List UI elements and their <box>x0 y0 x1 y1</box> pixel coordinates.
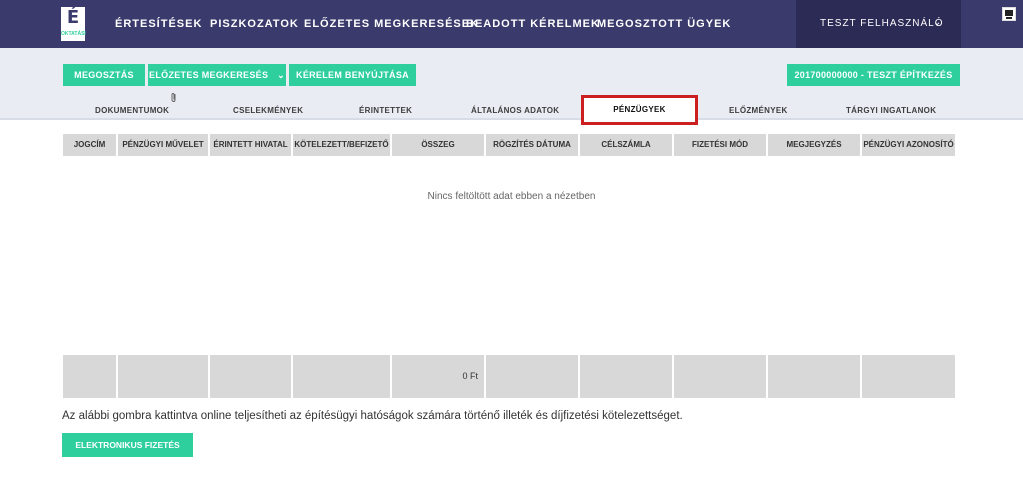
footer-cell <box>862 355 955 398</box>
footer-cell <box>63 355 116 398</box>
logo-letter: É <box>66 7 80 28</box>
tab-general-data[interactable]: ÁLTALÁNOS ADATOK <box>471 106 559 115</box>
column-header[interactable]: PÉNZÜGYI MŰVELET <box>118 134 208 156</box>
column-header[interactable]: ÖSSZEG <box>392 134 484 156</box>
electronic-payment-button[interactable]: ELEKTRONIKUS FIZETÉS <box>62 433 193 457</box>
tab-actions[interactable]: CSELEKMÉNYEK <box>233 106 303 115</box>
column-header[interactable]: MEGJEGYZÉS <box>768 134 860 156</box>
nav-submitted-applications[interactable]: BEADOTT KÉRELMEK <box>466 18 600 30</box>
finance-table-footer: 0 Ft <box>63 355 955 398</box>
footer-cell <box>293 355 390 398</box>
app-logo[interactable]: É OKTATÁSI <box>61 7 86 41</box>
column-header[interactable]: RÖGZÍTÉS DÁTUMA <box>486 134 578 156</box>
case-selector-button[interactable]: 201700000000 - TESZT ÉPÍTKEZÉS <box>787 64 960 86</box>
tab-affected[interactable]: ÉRINTETTEK <box>359 106 412 115</box>
footer-cell <box>580 355 672 398</box>
prior-request-label: ELŐZETES MEGKERESÉS <box>149 70 269 80</box>
payment-note: Az alábbi gombra kattintva online teljes… <box>62 410 683 422</box>
column-header[interactable]: JOGCÍM <box>63 134 116 156</box>
nav-notifications[interactable]: ÉRTESÍTÉSEK <box>115 18 202 30</box>
nav-drafts[interactable]: PISZKOZATOK <box>210 18 299 30</box>
column-header[interactable]: KÖTELEZETT/BEFIZETŐ <box>293 134 390 156</box>
finance-table-header: JOGCÍM PÉNZÜGYI MŰVELET ÉRINTETT HIVATAL… <box>63 134 955 156</box>
paperclip-icon <box>171 93 176 102</box>
logo-subtitle: OKTATÁSI <box>61 31 86 37</box>
monitor-icon[interactable] <box>1002 7 1016 21</box>
prior-request-dropdown[interactable]: ELŐZETES MEGKERESÉS ⌄ <box>148 64 286 86</box>
footer-cell <box>118 355 208 398</box>
column-header[interactable]: FIZETÉSI MÓD <box>674 134 766 156</box>
user-menu[interactable]: TESZT FELHASZNÁLÓ ⌄ <box>796 0 961 48</box>
footer-cell <box>486 355 578 398</box>
top-navigation: É OKTATÁSI ÉRTESÍTÉSEK PISZKOZATOK ELŐZE… <box>0 0 1023 48</box>
column-header[interactable]: PÉNZÜGYI AZONOSÍTÓ <box>862 134 955 156</box>
nav-prior-requests[interactable]: ELŐZETES MEGKERESÉSEK <box>304 18 479 30</box>
total-amount: 0 Ft <box>392 355 484 398</box>
chevron-down-icon: ⌄ <box>277 70 285 80</box>
tab-finances[interactable]: PÉNZÜGYEK <box>581 95 698 125</box>
submit-application-button[interactable]: KÉRELEM BENYÚJTÁSA <box>289 64 416 86</box>
footer-cell <box>210 355 291 398</box>
column-header[interactable]: ÉRINTETT HIVATAL <box>210 134 291 156</box>
footer-cell <box>768 355 860 398</box>
tab-property[interactable]: TÁRGYI INGATLANOK <box>846 106 936 115</box>
tab-history[interactable]: ELŐZMÉNYEK <box>729 106 788 115</box>
chevron-down-icon: ⌄ <box>933 17 942 28</box>
column-header[interactable]: CÉLSZÁMLA <box>580 134 672 156</box>
nav-shared-cases[interactable]: MEGOSZTOTT ÜGYEK <box>597 18 731 30</box>
tab-documents[interactable]: DOKUMENTUMOK <box>95 106 169 115</box>
empty-table-message: Nincs feltöltött adat ebben a nézetben <box>427 191 596 202</box>
user-name: TESZT FELHASZNÁLÓ <box>820 18 944 29</box>
share-button[interactable]: MEGOSZTÁS <box>63 64 145 86</box>
case-toolbar: MEGOSZTÁS ELŐZETES MEGKERESÉS ⌄ KÉRELEM … <box>0 48 1023 125</box>
footer-cell <box>674 355 766 398</box>
